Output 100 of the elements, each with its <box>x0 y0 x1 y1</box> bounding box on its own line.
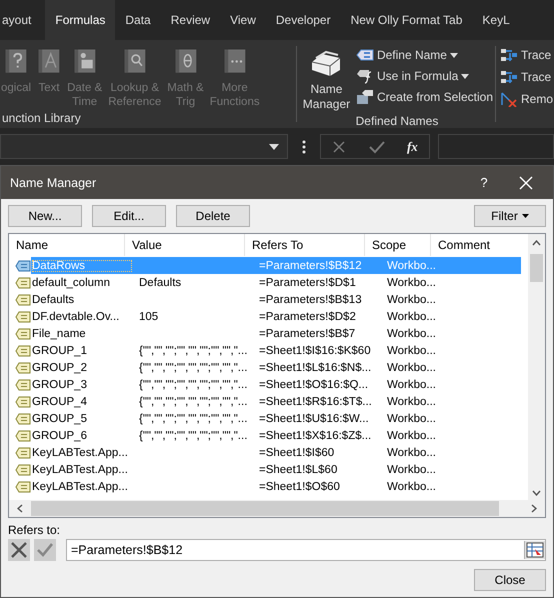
scope-cell-text: Workbo... <box>386 412 437 424</box>
refers-to-cell-text: =Sheet1!$L$16:$N$... <box>258 362 372 374</box>
name-cell-text: Defaults <box>32 294 76 306</box>
close-icon[interactable] <box>519 176 533 190</box>
insert-function-button[interactable]: fx <box>406 138 418 154</box>
name-row[interactable]: KeyLABTest.App... =Sheet1!$I$60 Workbo... <box>9 444 528 461</box>
ribbon-command[interactable]: Define Name <box>354 46 495 64</box>
dialog-button[interactable]: Delete <box>176 205 250 227</box>
check-icon[interactable] <box>34 539 56 561</box>
caret-icon <box>269 144 279 150</box>
scope-cell-text: Workbo... <box>386 396 437 408</box>
name-row[interactable]: GROUP_2 {"","","";"","","";"","","... =Sheet1!$L$16:$N$... Workbo... <box>9 359 528 376</box>
group-label: Defined Names <box>354 114 440 130</box>
column-header[interactable]: Refers To <box>245 234 365 256</box>
refers-to-cell-text: =Sheet1!$R$16:$T$... <box>258 396 373 408</box>
close-button[interactable]: Close <box>474 569 546 591</box>
name-tag-icon <box>15 328 31 340</box>
name-row[interactable]: KeyLABTest.App... =Sheet1!$O$60 Workbo... <box>9 478 528 495</box>
name-cell: DataRows <box>32 260 132 272</box>
name-manager-button[interactable]: Name Manager <box>299 46 354 114</box>
caret-icon <box>522 214 529 218</box>
name-tag-icon <box>15 396 31 408</box>
cancel-icon[interactable] <box>332 140 346 154</box>
name-tag-icon <box>15 378 31 390</box>
ribbon-tab[interactable]: Data <box>115 0 161 40</box>
scope-cell-text: Workbo... <box>386 310 437 322</box>
ribbon-command[interactable]: Trace <box>500 68 554 86</box>
name-row[interactable]: File_name =Parameters!$B$7 Workbo... <box>9 325 528 342</box>
name-row[interactable]: GROUP_1 {"","","";"","","";"","","... =Sheet1!$I$16:$K$60 Workbo... <box>9 342 528 359</box>
ribbon-tab[interactable]: Developer <box>266 0 341 40</box>
name-tag-icon <box>15 464 31 476</box>
refers-to-field[interactable]: =Parameters!$B$12 <box>66 539 546 561</box>
value-cell-text: {"","","";"","","";"","","... <box>138 378 248 390</box>
range-select-icon[interactable] <box>524 541 545 559</box>
chevron-down-icon[interactable] <box>532 490 541 496</box>
value-cell-text: Defaults <box>138 276 182 288</box>
name-cell-text: DF.devtable.Ov... <box>32 310 120 322</box>
name-row[interactable]: GROUP_3 {"","","";"","","";"","","... =Sheet1!$O$16:$Q... Workbo... <box>9 376 528 393</box>
ribbon-tab[interactable]: Review <box>160 0 220 40</box>
formula-input[interactable] <box>438 134 554 159</box>
filter-button[interactable]: Filter <box>474 205 546 227</box>
chevron-up-icon[interactable] <box>532 240 541 246</box>
name-cell-text: GROUP_6 <box>32 430 88 442</box>
name-tag-icon <box>15 480 31 492</box>
book-icon <box>222 48 247 75</box>
ribbon-command[interactable]: Remo <box>500 90 554 108</box>
name-tag-icon <box>15 446 31 458</box>
name-cell-text: GROUP_3 <box>32 378 88 390</box>
refers-to-cell-text: =Sheet1!$I$16:$K$60 <box>258 344 372 356</box>
name-row[interactable]: KeyLABTest.App... =Sheet1!$L$60 Workbo... <box>9 461 528 478</box>
column-header[interactable]: Name <box>9 234 125 256</box>
name-row[interactable]: GROUP_6 {"","","";"","","";"","","... =Sheet1!$X$16:$Z$... Workbo... <box>9 427 528 444</box>
name-row[interactable]: DF.devtable.Ov... 105 =Parameters!$D$2 Workbo... <box>9 308 528 325</box>
name-tag-icon <box>15 276 31 288</box>
refers-to-cell-text: =Parameters!$B$7 <box>258 328 356 340</box>
refers-to-label: Refers to: <box>8 523 62 537</box>
chevron-right-icon[interactable] <box>531 504 537 513</box>
name-row[interactable]: GROUP_4 {"","","";"","","";"","","... =Sheet1!$R$16:$T$... Workbo... <box>9 393 528 410</box>
ribbon-command[interactable]: Create from Selection <box>354 88 495 106</box>
ribbon-tab[interactable]: Formulas <box>45 0 116 40</box>
refers-to-cell-text: =Parameters!$D$2 <box>258 310 357 322</box>
caret-icon <box>450 52 458 58</box>
ribbon-command[interactable]: Trace <box>500 46 554 64</box>
name-tag-icon <box>15 310 31 322</box>
name-tag-icon <box>15 412 31 424</box>
book-icon <box>122 48 147 75</box>
scrollbar-thumb[interactable] <box>530 254 543 282</box>
value-cell-text: 105 <box>138 310 160 322</box>
ribbon-tab[interactable]: New Olly Format Tab <box>340 0 472 40</box>
dialog-button[interactable]: New... <box>8 205 82 227</box>
name-cell-text: KeyLABTest.App... <box>32 464 129 476</box>
refers-to-cell-text: =Sheet1!$O$16:$Q... <box>258 378 370 390</box>
ribbon-tab[interactable]: KeyL <box>472 0 512 40</box>
column-header[interactable]: Value <box>125 234 245 256</box>
vertical-scrollbar[interactable] <box>528 234 545 500</box>
scope-cell-text: Workbo... <box>386 276 437 288</box>
ribbon-command[interactable]: Use in Formula <box>354 67 495 85</box>
cancel-icon[interactable] <box>8 539 30 561</box>
refers-to-cell-text: =Sheet1!$U$16:$W... <box>258 412 370 424</box>
refers-to-cell-text: =Parameters!$D$1 <box>258 276 357 288</box>
column-header[interactable]: Scope <box>365 234 431 256</box>
help-button[interactable]: ? <box>469 174 499 191</box>
value-cell-text: {"","","";"","","";"","","... <box>138 412 248 424</box>
value-cell-text: {"","","";"","","";"","","... <box>138 430 248 442</box>
more-icon[interactable] <box>302 140 306 154</box>
name-cell-text: GROUP_2 <box>32 362 88 374</box>
check-icon[interactable] <box>368 140 385 154</box>
scope-cell-text: Workbo... <box>386 446 437 458</box>
ribbon-tab[interactable]: ayout <box>0 0 46 40</box>
name-row[interactable]: Defaults =Parameters!$B$13 Workbo... <box>9 291 528 308</box>
name-cell-text: KeyLABTest.App... <box>32 446 129 458</box>
name-row[interactable]: GROUP_5 {"","","";"","","";"","","... =Sheet1!$U$16:$W... Workbo... <box>9 410 528 427</box>
scrollbar-thumb[interactable] <box>31 501 499 516</box>
chevron-left-icon[interactable] <box>17 504 23 513</box>
name-cell-text: default_column <box>32 276 111 288</box>
ribbon-tab[interactable]: View <box>220 0 266 40</box>
horizontal-scrollbar[interactable] <box>9 500 545 517</box>
dialog-button[interactable]: Edit... <box>92 205 166 227</box>
trace-arrows-icon <box>500 47 518 63</box>
name-row[interactable]: default_column Defaults =Parameters!$D$1 Workbo... <box>9 274 528 291</box>
